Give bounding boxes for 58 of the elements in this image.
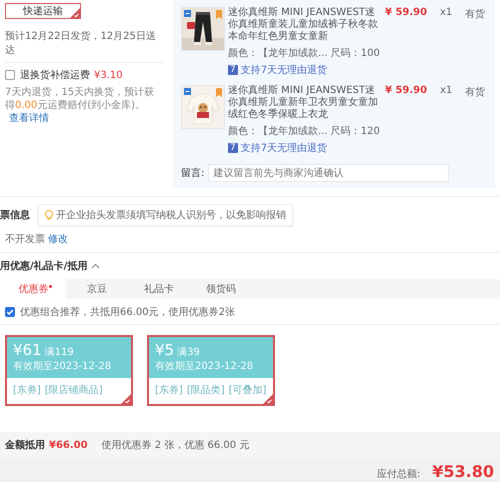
chevron-up-icon[interactable] [91,263,100,269]
product-quantity: x1 [440,85,454,98]
total-amount: ¥53.80 [432,462,494,481]
stock-status: 有货 [465,86,486,100]
tag-icon [216,88,222,97]
stock-status: 有货 [465,8,486,22]
tab[interactable]: 领货码 [190,279,252,299]
product-variant: 颜色：【龙年加绒款... 尺码：100 [228,46,380,60]
check-corner-icon [263,394,273,404]
checkbox-label: 优惠组合推荐，共抵用66.00元，使用优惠券2张 [20,306,235,319]
product-variant: 颜色：【龙年加绒款... 尺码：120 [228,124,380,138]
tag-icon [216,10,222,19]
return-policy: 支持7天无理由退货 [240,142,328,155]
message-label: 留言: [181,166,204,180]
coupon-tag: [东券] [155,383,183,397]
summary-label: 金额抵用 [5,438,45,452]
bulb-icon [45,210,53,220]
coupon-validity: 有效期至2023-12-28 [155,360,254,373]
coupon-tag: [东券] [13,383,41,397]
coupon-amount: ¥5 [155,341,174,359]
coupon-tag: [限品类] [186,383,225,397]
checkbox[interactable] [5,307,15,317]
product-quantity: x1 [440,7,454,20]
summary-detail: 使用优惠券 2 张，优惠 66.00 元 [102,438,250,452]
total-label: 应付总额: [376,468,420,481]
shipping-option[interactable]: 快递运输 [5,3,81,19]
tip-text: 开企业抬头发票须填写纳税人识别号，以免影响报销 [56,208,286,222]
check-corner-icon [70,8,80,18]
coupon-tag: [可叠加] [228,383,266,397]
message-field[interactable]: 建议留言前先与商家沟通确认 [208,164,449,182]
product-price: ¥ 59.90 [385,85,428,98]
tab[interactable]: 礼品卡 [128,279,190,299]
checkbox[interactable] [5,70,15,80]
coupon-condition: 满39 [177,347,200,358]
coupon-amount: ¥61 [13,341,42,359]
coupon-tag: [限店铺商品] [44,383,103,397]
check-corner-icon [121,394,131,404]
tab[interactable]: 京豆 [66,279,128,299]
insurance-description: 7天内退货，15天内换货，预计获得0.00元运费赔付(到小金库)。 查看详情 [5,86,156,125]
section-title: 用优惠/礼品卡/抵用 [0,260,88,273]
coupon-validity: 有效期至2023-12-28 [13,360,112,373]
checkbox-label: 退换货补偿运费 ¥3.10 [20,68,123,82]
return-badge: 7 [228,65,238,75]
edit-link[interactable]: 修改 [48,234,68,245]
product-title[interactable]: 迷你真维斯 MINI JEANSWEST迷你真维斯儿童新年卫衣男童女童加绒红色冬季保暖上衣龙 [228,85,380,121]
return-badge: 7 [228,143,238,153]
section-title: 票信息 [0,208,30,222]
tab[interactable]: 优惠券 [4,279,66,299]
square-icon [184,10,191,17]
coupon-condition: 满119 [44,347,74,358]
product-price: ¥ 59.90 [385,7,428,20]
summary-amount: ¥66.00 [49,440,88,450]
square-icon [184,88,191,95]
details-link[interactable]: 查看详情 [9,113,49,124]
return-policy: 支持7天无理由退货 [240,64,328,77]
product-title[interactable]: 迷你真维斯 MINI JEANSWEST迷你真维斯童装儿童加绒裤子秋冬款本命年红色男童女童新 [228,7,380,43]
delivery-estimate: 预计12月22日发货，12月25日送达 [5,29,163,63]
invoice-value: 不开发票 [5,234,45,245]
